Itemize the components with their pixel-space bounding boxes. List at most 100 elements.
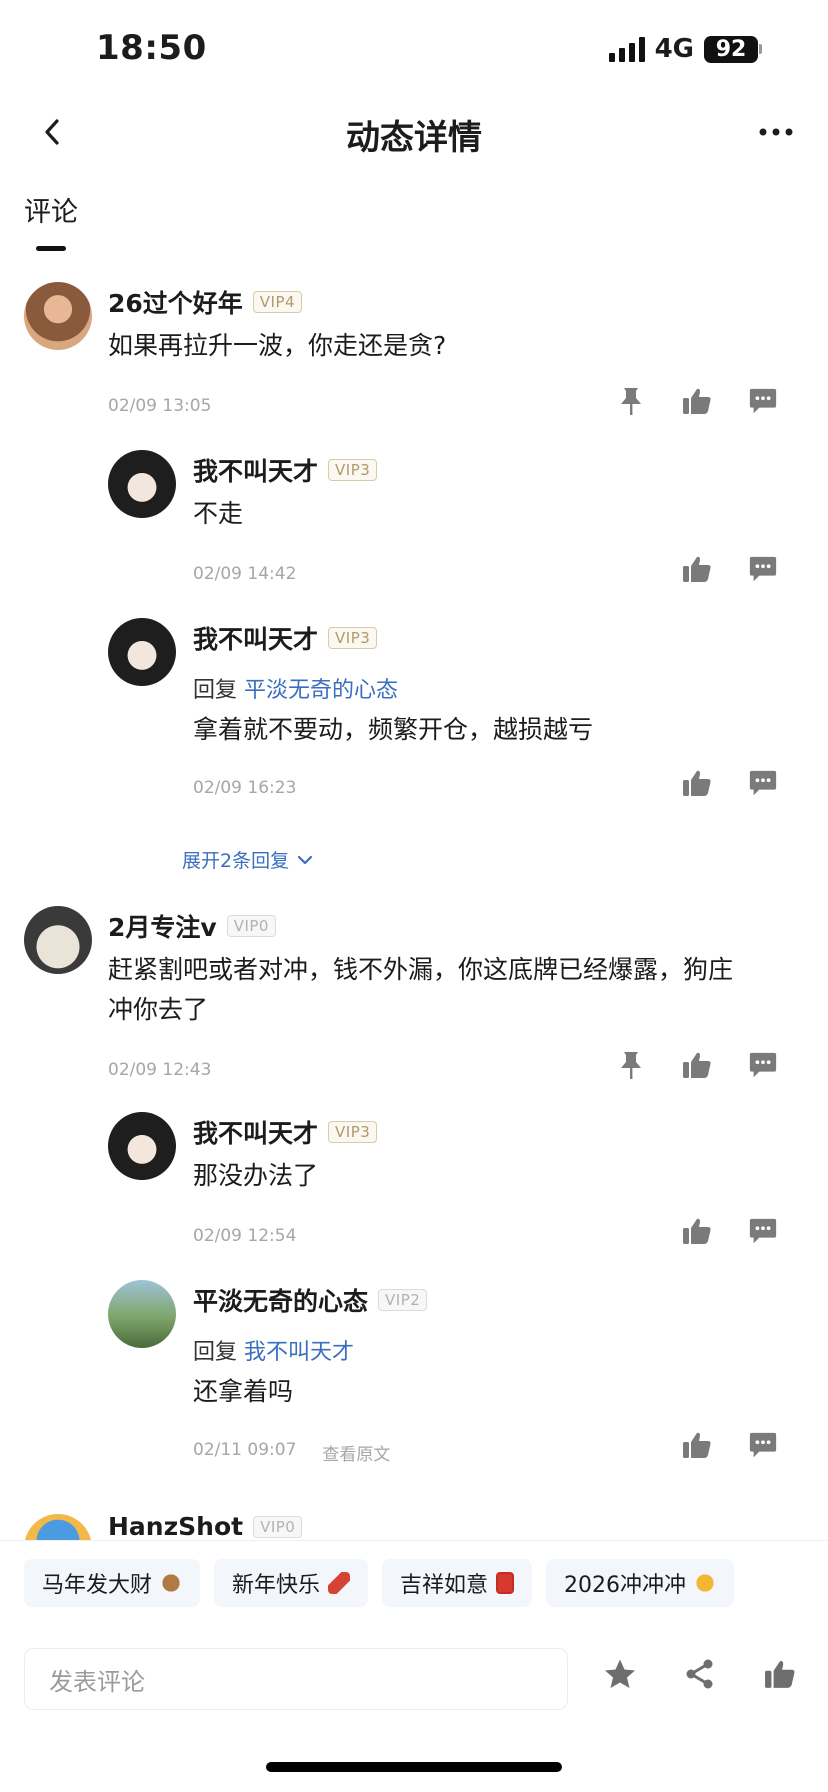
- comment-time: 02/09 13:05: [108, 396, 212, 416]
- reply-to-user[interactable]: 我不叫天才: [244, 1340, 354, 1365]
- signal-icon: [608, 36, 645, 62]
- favorite-button[interactable]: [602, 1656, 638, 1692]
- thumbs-up-icon: [683, 1432, 711, 1458]
- reply-button[interactable]: [748, 1050, 778, 1080]
- reply-text: 拿着就不要动，频繁开仓，越损越亏: [193, 715, 594, 744]
- username[interactable]: 26过个好年: [108, 284, 243, 320]
- avatar[interactable]: [24, 906, 92, 974]
- comment-icon: [749, 1432, 777, 1458]
- pin-button[interactable]: [616, 1050, 646, 1080]
- comment-text: 如果再拉升一波，你走还是贪?: [108, 331, 447, 360]
- reply-button[interactable]: [748, 1430, 778, 1460]
- thumbs-up-icon: [683, 556, 711, 582]
- comment-icon: [749, 1052, 777, 1078]
- horse-icon: [160, 1572, 183, 1594]
- expand-replies-button[interactable]: 展开2条回复: [182, 846, 313, 873]
- reply-text: 那没办法了: [193, 1161, 319, 1190]
- avatar[interactable]: [108, 618, 176, 686]
- username[interactable]: 我不叫天才: [193, 452, 318, 488]
- comment-input-bar: 发表评论: [0, 1630, 828, 1730]
- firecracker-icon: [328, 1572, 351, 1594]
- thumbs-up-icon: [683, 1052, 711, 1078]
- avatar[interactable]: [108, 450, 176, 518]
- reply-prefix: 回复: [193, 1340, 238, 1365]
- tab-label: 评论: [24, 197, 78, 228]
- comment-time: 02/09 12:43: [108, 1060, 212, 1080]
- comment-icon: [749, 388, 777, 414]
- thumbs-up-icon: [683, 770, 711, 796]
- comment-input[interactable]: 发表评论: [24, 1648, 568, 1710]
- reply-time: 02/09 12:54: [193, 1226, 297, 1246]
- username[interactable]: 我不叫天才: [193, 620, 318, 656]
- comment-text-line-1: 赶紧割吧或者对冲，钱不外漏，你这底牌已经爆露，狗庄: [108, 955, 734, 984]
- thumbs-up-icon: [683, 388, 711, 414]
- more-icon: [759, 128, 793, 136]
- avatar[interactable]: [108, 1112, 176, 1180]
- tab-comments[interactable]: 评论: [24, 190, 78, 251]
- quick-reply-bar: 马年发大财 新年快乐 吉祥如意 2026冲冲冲: [0, 1540, 828, 1610]
- battery-icon: 92: [704, 35, 762, 63]
- like-button[interactable]: [682, 386, 712, 416]
- reply-text: 不走: [193, 499, 244, 528]
- avatar[interactable]: [108, 1280, 176, 1348]
- username[interactable]: 我不叫天才: [193, 1114, 318, 1150]
- vip-badge: VIP3: [328, 627, 378, 649]
- reply-target-line: 回复 平淡无奇的心态: [193, 672, 398, 704]
- battery-level: 92: [704, 35, 758, 63]
- reply-button[interactable]: [748, 386, 778, 416]
- username[interactable]: 平淡无奇的心态: [193, 1282, 368, 1318]
- avatar[interactable]: [24, 282, 92, 350]
- pin-icon: [621, 1052, 641, 1079]
- comment-text-line-2: 冲你去了: [108, 995, 209, 1024]
- reply-prefix: 回复: [193, 678, 238, 703]
- reply-time: 02/11 09:07: [193, 1440, 297, 1460]
- reply-time: 02/09 16:23: [193, 778, 297, 798]
- like-post-button[interactable]: [762, 1656, 798, 1692]
- thumbs-up-icon: [765, 1660, 795, 1688]
- chevron-down-icon: [297, 855, 313, 864]
- reply-target-line: 回复 我不叫天才: [193, 1334, 354, 1366]
- status-time: 18:50: [96, 28, 207, 68]
- home-indicator: [266, 1762, 562, 1772]
- thumbs-up-icon: [683, 1218, 711, 1244]
- reply-time: 02/09 14:42: [193, 564, 297, 584]
- like-button[interactable]: [682, 768, 712, 798]
- vip-badge: VIP2: [378, 1289, 428, 1311]
- tab-indicator: [36, 246, 66, 251]
- reply-to-user[interactable]: 平淡无奇的心态: [244, 678, 398, 703]
- pin-button[interactable]: [616, 386, 646, 416]
- share-button[interactable]: [682, 1656, 718, 1692]
- quick-reply-chip[interactable]: 马年发大财: [24, 1559, 201, 1607]
- quick-reply-chip[interactable]: 2026冲冲冲: [546, 1559, 735, 1607]
- comment-icon: [749, 770, 777, 796]
- more-button[interactable]: [756, 114, 796, 150]
- comment-icon: [749, 1218, 777, 1244]
- comment-icon: [749, 556, 777, 582]
- like-button[interactable]: [682, 1050, 712, 1080]
- like-button[interactable]: [682, 554, 712, 584]
- expand-label: 展开2条回复: [182, 850, 290, 872]
- vip-badge: VIP0: [253, 1515, 303, 1538]
- quick-reply-chip[interactable]: 新年快乐: [214, 1559, 369, 1607]
- network-type: 4G: [654, 34, 694, 64]
- reply-button[interactable]: [748, 554, 778, 584]
- share-icon: [686, 1659, 713, 1689]
- fist-icon: [694, 1572, 717, 1594]
- like-button[interactable]: [682, 1216, 712, 1246]
- comment-item: HanzShot VIP0: [0, 1512, 828, 1540]
- like-button[interactable]: [682, 1430, 712, 1460]
- pin-icon: [621, 388, 641, 415]
- username[interactable]: HanzShot: [108, 1512, 243, 1540]
- username[interactable]: 2月专注v: [108, 908, 217, 944]
- avatar[interactable]: [24, 1514, 92, 1540]
- view-original-link[interactable]: 查看原文: [322, 1440, 390, 1465]
- quick-reply-chip[interactable]: 吉祥如意: [382, 1559, 533, 1607]
- page-title: 动态详情: [346, 118, 482, 158]
- reply-button[interactable]: [748, 768, 778, 798]
- reply-button[interactable]: [748, 1216, 778, 1246]
- vip-badge: VIP3: [328, 1121, 378, 1143]
- status-bar: 18:50 4G 92: [0, 0, 828, 100]
- nav-bar: 动态详情: [0, 100, 828, 164]
- vip-badge: VIP4: [252, 291, 303, 313]
- star-icon: [605, 1659, 635, 1688]
